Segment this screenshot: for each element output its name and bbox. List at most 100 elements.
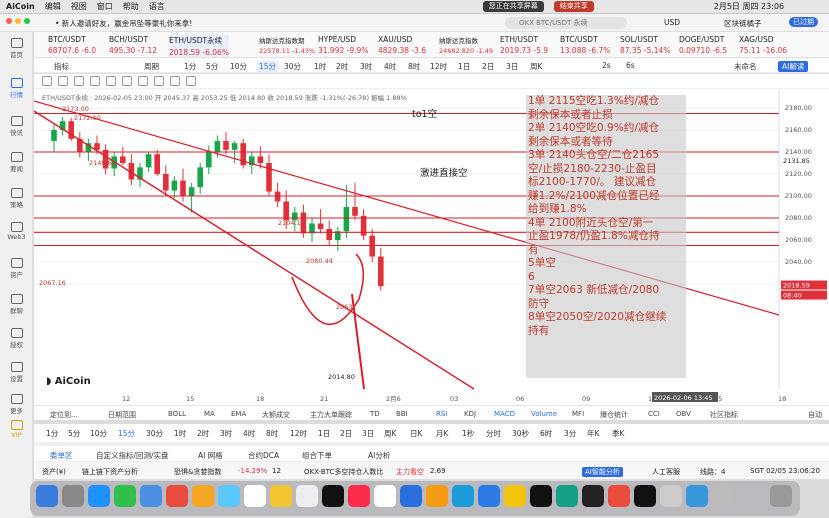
ai-interpret-button[interactable]: AI解读 xyxy=(778,61,809,72)
currency-select[interactable]: USD xyxy=(664,18,680,27)
period-button[interactable]: 周期 xyxy=(144,61,159,72)
indicator-main-order[interactable]: 主力大单跟踪 xyxy=(310,410,352,420)
ticker-item[interactable]: XAG/USD 75.11 -16.06 xyxy=(739,35,787,55)
lock-tool-icon[interactable] xyxy=(170,76,180,86)
indicator-cci[interactable]: CCI xyxy=(648,410,660,418)
menu-help[interactable]: 帮助 xyxy=(123,1,139,12)
user-name[interactable]: 区块链橘子 xyxy=(724,18,762,29)
membership-badge[interactable]: 已过期 xyxy=(789,17,818,27)
period-6s[interactable]: 6s xyxy=(626,61,635,70)
period-3d[interactable]: 3日 xyxy=(506,61,518,72)
period-option[interactable]: 30秒 xyxy=(512,428,529,439)
app-menu[interactable]: AiCoin xyxy=(6,2,35,11)
kline-chart[interactable]: 2173.00 2172.00 2140.62 2104.11 2080.44 2067.… xyxy=(34,89,829,405)
period-1d[interactable]: 1日 xyxy=(458,61,470,72)
period-week[interactable]: 周K xyxy=(530,61,542,72)
sidebar-item-settings[interactable]: 设置 xyxy=(0,362,33,383)
wps-icon[interactable] xyxy=(374,485,396,507)
customer-service-button[interactable]: 人工客服 xyxy=(652,467,680,477)
period-option[interactable]: 年K xyxy=(587,428,599,439)
fear-greed-label[interactable]: 恐惧&贪婪指数 xyxy=(174,467,221,477)
chart-canvas[interactable]: 2173.002172.00 2140.62 2104.11 2080.44 2067.… xyxy=(34,89,829,405)
auto-scale[interactable]: 自动 xyxy=(808,410,822,420)
ticker-item-active[interactable]: ETH/USDT永续 2018.59 -6.06% xyxy=(169,35,229,57)
period-option[interactable]: 季K xyxy=(612,428,624,439)
period-8h[interactable]: 8时 xyxy=(408,61,420,72)
tab-ai-grid[interactable]: AI 网格 xyxy=(198,450,223,461)
measure-tool-icon[interactable] xyxy=(138,76,148,86)
locate-button[interactable]: 定位到... xyxy=(50,410,78,420)
sidebar-item-web3[interactable]: Web3 xyxy=(0,222,33,241)
period-12h[interactable]: 12时 xyxy=(430,61,447,72)
period-option[interactable]: 月K xyxy=(436,428,448,439)
ticker-item[interactable]: 纳斯达克指数期 22578.11 -1.43% xyxy=(259,35,315,55)
keynote-icon[interactable] xyxy=(400,485,422,507)
chain-analysis-link[interactable]: 链上链下资产分析 xyxy=(82,467,138,477)
period-15m[interactable]: 15分 xyxy=(257,61,279,72)
app-icon[interactable] xyxy=(582,485,604,507)
sidebar-item-strategy[interactable]: 策略 xyxy=(0,188,33,209)
sidebar-item-more[interactable]: 更多 xyxy=(0,394,33,415)
tab-dca[interactable]: 合约DCA xyxy=(248,450,279,461)
menu-edit[interactable]: 编辑 xyxy=(45,1,61,12)
trendline-tool-icon[interactable] xyxy=(58,76,68,86)
ticker-item[interactable]: BTC/USDT 13.088 -6.7% xyxy=(560,35,610,55)
indicator-button[interactable]: 指标 xyxy=(54,61,69,72)
tab-orders[interactable]: 委单区 xyxy=(50,450,73,461)
period-option[interactable]: 2时 xyxy=(197,428,209,439)
indicator-ma[interactable]: MA xyxy=(204,410,215,418)
folder-icon[interactable] xyxy=(712,485,734,507)
ticker-item[interactable]: BTC/USDT 68707.6 -6.0 xyxy=(48,35,96,55)
reminders-icon[interactable] xyxy=(296,485,318,507)
music-icon[interactable] xyxy=(348,485,370,507)
indicator-liquidation[interactable]: 爆仓统计 xyxy=(600,410,628,420)
indicator-big-trade[interactable]: 大额成交 xyxy=(262,410,290,420)
long-short-ratio-label[interactable]: OKX-BTC多空持仓人数比 xyxy=(304,467,383,477)
qq-icon[interactable] xyxy=(634,485,656,507)
period-option[interactable]: 2日 xyxy=(340,428,352,439)
indicator-ema[interactable]: EMA xyxy=(231,410,246,418)
ticker-item[interactable]: SOL/USDT 87.35 -5.14% xyxy=(620,35,670,55)
safari-icon[interactable] xyxy=(88,485,110,507)
period-option[interactable]: 3日 xyxy=(362,428,374,439)
period-option[interactable]: 3时 xyxy=(220,428,232,439)
tv-icon[interactable] xyxy=(322,485,344,507)
sidebar-item-market[interactable]: 行情 xyxy=(0,78,33,99)
bitget-icon[interactable] xyxy=(504,485,526,507)
delete-tool-icon[interactable] xyxy=(186,76,196,86)
period-option[interactable]: 6时 xyxy=(540,428,552,439)
period-option[interactable]: 5分 xyxy=(68,428,80,439)
period-option[interactable]: 1分 xyxy=(46,428,58,439)
period-1m[interactable]: 1分 xyxy=(184,61,196,72)
photos-icon[interactable] xyxy=(192,485,214,507)
appstore-icon[interactable] xyxy=(452,485,474,507)
cursor-tool-icon[interactable] xyxy=(42,76,52,86)
magnet-tool-icon[interactable] xyxy=(154,76,164,86)
indicator-obv[interactable]: OBV xyxy=(676,410,691,418)
trash-icon[interactable] xyxy=(770,485,792,507)
aicoin-dock-icon[interactable] xyxy=(478,485,500,507)
sidebar-item-home[interactable]: 首页 xyxy=(0,38,33,59)
layout-name[interactable]: 未命名 xyxy=(734,61,757,72)
launchpad-icon[interactable] xyxy=(62,485,84,507)
facetime-icon[interactable] xyxy=(218,485,240,507)
indicator-rsi[interactable]: RSI xyxy=(436,410,447,418)
period-option[interactable]: 1时 xyxy=(174,428,186,439)
indicator-boll[interactable]: BOLL xyxy=(168,410,186,418)
ticker-item[interactable]: 纳斯达克指数 24682.820 -1.49 xyxy=(439,35,493,55)
sidebar-item-chat[interactable]: 群聊 xyxy=(0,294,33,315)
pages-icon[interactable] xyxy=(426,485,448,507)
maps-icon[interactable] xyxy=(166,485,188,507)
chrome-icon[interactable] xyxy=(608,485,630,507)
period-2h[interactable]: 2时 xyxy=(336,61,348,72)
menu-view[interactable]: 视图 xyxy=(71,1,87,12)
period-option[interactable]: 分时 xyxy=(486,428,501,439)
period-option[interactable]: 3分 xyxy=(564,428,576,439)
period-3h[interactable]: 3时 xyxy=(360,61,372,72)
period-option[interactable]: 10分 xyxy=(90,428,107,439)
ticker-item[interactable]: BCH/USDT 495.30 -7.12 xyxy=(109,35,157,55)
period-4h[interactable]: 4时 xyxy=(384,61,396,72)
indicator-mfi[interactable]: MFI xyxy=(572,410,584,418)
indicator-macd[interactable]: MACD xyxy=(494,410,515,418)
period-option[interactable]: 4时 xyxy=(243,428,255,439)
